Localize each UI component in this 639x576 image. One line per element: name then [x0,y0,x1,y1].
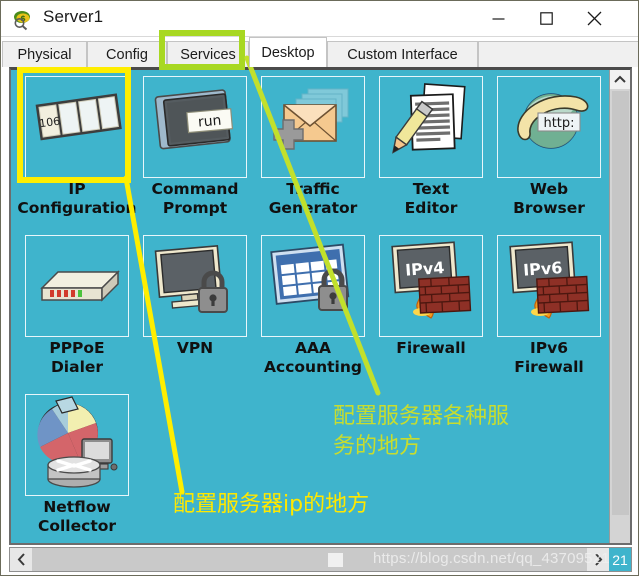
desktop-item-label: VPN [176,339,214,357]
desktop-item-text-editor[interactable]: Text Editor [379,76,485,217]
tab-services[interactable]: Services [167,41,249,67]
tab-desktop[interactable]: Desktop [249,37,327,67]
firewall-badge: IPv4 [405,258,445,280]
netflow-collector-iconbox[interactable] [25,394,129,496]
traffic-generator-iconbox[interactable] [261,76,365,178]
tab-services-label: Services [180,46,236,63]
desktop-item-netflow-collector[interactable]: Netflow Collector [25,394,131,535]
ip-configuration-iconbox[interactable]: 106 [25,76,129,178]
desktop-item-label: PPPoE Dialer [49,339,105,376]
desktop-item-label: Web Browser [513,180,585,217]
netflow-collector-icon [37,396,118,488]
scrollbar-corner-label: 21 [609,548,631,571]
desktop-item-vpn[interactable]: VPN [143,235,249,375]
vertical-scrollbar-thumb[interactable] [612,91,629,515]
firewall-iconbox[interactable]: IPv4 [379,235,483,337]
desktop-panel: 106 IP Configuration run Command Prompt … [9,67,632,545]
text-editor-iconbox[interactable] [379,76,483,178]
ip-configuration-icon: 106 [35,93,122,141]
tab-custom-interface-label: Custom Interface [347,46,458,63]
annotation-yellow-text: 配置服务器ip的地方 [173,492,370,517]
desktop-item-firewall[interactable]: IPv4 Firewall [379,235,485,375]
text-editor-icon [392,83,466,154]
desktop-item-traffic-generator[interactable]: Traffic Generator [261,76,367,217]
tab-strip-filler [478,41,638,67]
desktop-item-label: AAA Accounting [264,339,362,376]
close-button[interactable] [571,1,617,36]
desktop-item-command-prompt[interactable]: run Command Prompt [143,76,249,217]
desktop-item-ipv6-firewall[interactable]: IPv6 IPv6 Firewall [497,235,603,376]
web-browser-iconbox[interactable]: http: [497,76,601,178]
window-title: Server1 [43,7,104,26]
tab-desktop-label: Desktop [261,44,315,61]
desktop-item-label: Netflow Collector [37,498,117,535]
vertical-scrollbar[interactable] [609,70,630,543]
tab-bar: Physical Config Services Desktop Custom … [1,37,638,67]
tab-physical[interactable]: Physical [2,41,87,67]
ipv6-firewall-iconbox[interactable]: IPv6 [497,235,601,337]
desktop-canvas: 106 IP Configuration run Command Prompt … [11,70,611,543]
maximize-button[interactable] [523,1,569,36]
aaa-accounting-icon [270,243,350,311]
command-prompt-icon: run [154,89,234,150]
tab-config-label: Config [106,46,148,63]
ipv6-firewall-badge: IPv6 [523,258,563,280]
pppoe-dialer-iconbox[interactable] [25,235,129,337]
chevron-left-icon[interactable] [10,548,32,571]
command-prompt-badge: run [197,113,222,131]
title-bar: $ Server1 [1,1,638,37]
web-browser-badge: http: [543,116,574,131]
aaa-accounting-iconbox[interactable] [261,235,365,337]
chevron-up-icon[interactable] [610,70,630,89]
desktop-item-label: Firewall [396,339,466,357]
desktop-item-label: Command Prompt [151,180,239,217]
vpn-iconbox[interactable] [143,235,247,337]
desktop-item-pppoe-dialer[interactable]: PPPoE Dialer [25,235,131,376]
traffic-generator-icon [273,88,349,150]
annotation-green-text: 配置服务器各种服 务的地方 [333,404,510,459]
watermark-text: https://blog.csdn.net/qq_43709521 [373,550,610,567]
desktop-item-label: IPv6 Firewall [514,339,584,376]
ipv6-firewall-icon: IPv6 [509,241,590,319]
horizontal-scrollbar-thumb[interactable] [328,553,343,567]
vpn-icon [154,244,228,313]
tab-physical-label: Physical [17,46,72,63]
minimize-button[interactable] [475,1,521,36]
desktop-item-web-browser[interactable]: http: Web Browser [497,76,603,217]
firewall-icon: IPv4 [391,241,472,319]
tab-custom-interface[interactable]: Custom Interface [327,41,478,67]
desktop-item-label: IP Configuration [17,180,137,217]
command-prompt-iconbox[interactable]: run [143,76,247,178]
desktop-item-label: Text Editor [404,180,458,217]
desktop-item-ip-configuration[interactable]: 106 IP Configuration [17,76,137,217]
pppoe-dialer-icon [40,270,120,302]
packet-tracer-icon: $ [13,9,35,31]
tab-config[interactable]: Config [87,41,167,67]
desktop-item-aaa-accounting[interactable]: AAA Accounting [261,235,367,376]
web-browser-icon: http: [517,93,589,149]
desktop-item-label: Traffic Generator [268,180,358,217]
